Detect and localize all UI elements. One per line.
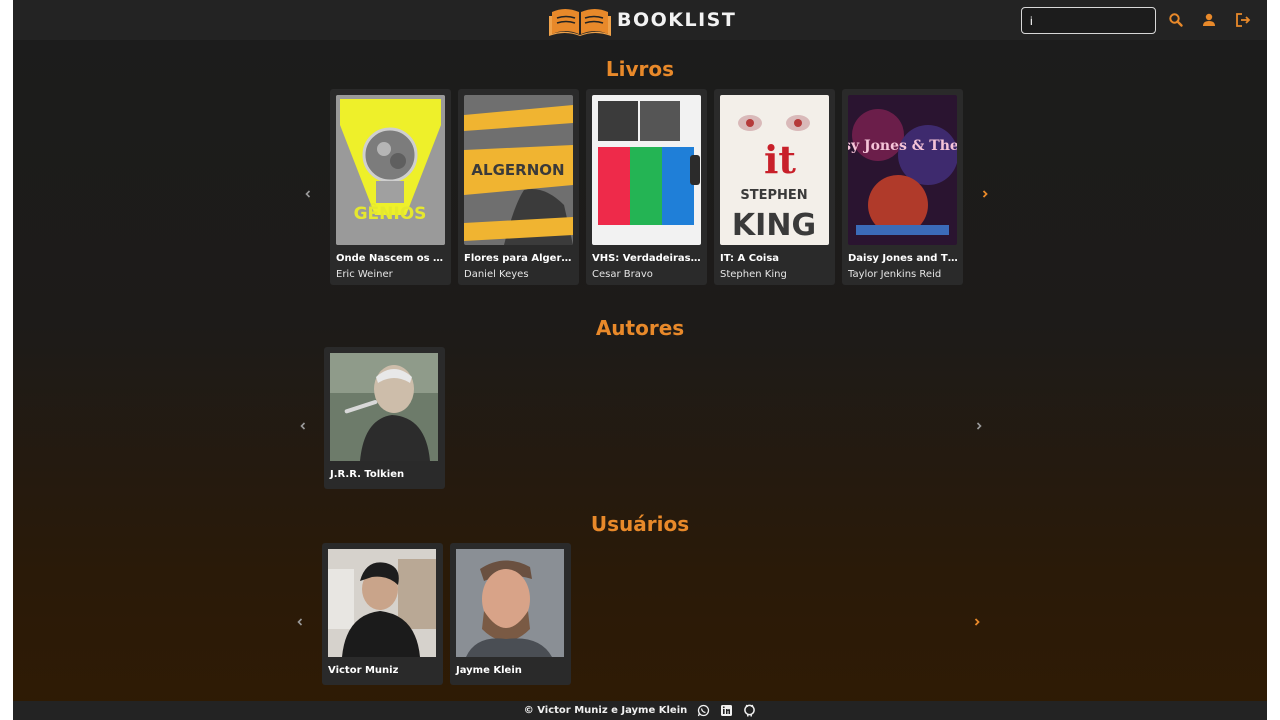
user-icon: [1203, 13, 1215, 26]
user-card[interactable]: Victor Muniz: [322, 543, 443, 685]
user-card[interactable]: Jayme Klein: [450, 543, 571, 685]
search-button[interactable]: [1167, 11, 1185, 29]
top-header: BOOKLIST: [13, 0, 1267, 40]
cover-word: STEPHEN: [740, 188, 807, 203]
brand-logo[interactable]: BOOKLIST: [549, 4, 736, 36]
book-cover: [592, 95, 701, 245]
authors-next-arrow[interactable]: [972, 419, 986, 433]
users-next-arrow[interactable]: [970, 615, 984, 629]
logout-icon: [1236, 13, 1251, 27]
chevron-left-icon: [305, 190, 311, 198]
books-prev-arrow[interactable]: [301, 187, 315, 201]
whatsapp-link[interactable]: [697, 704, 710, 717]
profile-button[interactable]: [1200, 11, 1218, 29]
whatsapp-icon: [698, 704, 710, 717]
cover-word: Daisy Jones & The Six: [848, 138, 957, 154]
chevron-right-icon: [974, 618, 980, 626]
book-title: IT: A Coisa: [720, 253, 780, 264]
cover-word: KING: [732, 208, 816, 243]
book-card[interactable]: ALGERNON Flores para Algernon Daniel Key…: [458, 89, 579, 285]
book-cover: ALGERNON: [464, 95, 573, 245]
brand-name: BOOKLIST: [617, 9, 737, 31]
book-card[interactable]: VHS: Verdadeiras H... Cesar Bravo: [586, 89, 707, 285]
book-card[interactable]: Daisy Jones & The Six Daisy Jones and Th…: [842, 89, 963, 285]
authors-section-title: Autores: [595, 316, 685, 340]
book-cover: it STEPHEN KING: [720, 95, 829, 245]
chevron-right-icon: [976, 422, 982, 430]
book-author: Cesar Bravo: [592, 269, 653, 280]
booklist-app: BOOKLIST Livros: [13, 0, 1267, 720]
books-section-title: Livros: [605, 57, 675, 81]
book-title: Onde Nascem os G...: [336, 253, 446, 264]
user-photo: [328, 549, 436, 657]
book-cover: GÊNIOS: [336, 95, 445, 245]
users-section-title: Usuários: [590, 512, 690, 536]
authors-prev-arrow[interactable]: [296, 419, 310, 433]
github-icon: [744, 704, 756, 717]
book-title: Daisy Jones and Th...: [848, 253, 958, 264]
book-author: Eric Weiner: [336, 269, 393, 280]
linkedin-icon: [721, 705, 733, 716]
book-author: Taylor Jenkins Reid: [848, 269, 942, 280]
search-input[interactable]: [1021, 7, 1156, 34]
logout-button[interactable]: [1234, 11, 1252, 29]
user-name: Victor Muniz: [328, 665, 399, 676]
author-photo: [330, 353, 438, 461]
book-title: VHS: Verdadeiras H...: [592, 253, 702, 264]
book-title: Flores para Algernon: [464, 253, 574, 264]
book-card[interactable]: it STEPHEN KING IT: A Coisa Stephen King: [714, 89, 835, 285]
author-card[interactable]: J.R.R. Tolkien: [324, 347, 445, 489]
book-card[interactable]: GÊNIOS Onde Nascem os G... Eric Weiner: [330, 89, 451, 285]
search-icon: [1169, 13, 1183, 27]
users-prev-arrow[interactable]: [293, 615, 307, 629]
github-link[interactable]: [743, 704, 756, 717]
footer-credits: © Victor Muniz e Jayme Klein: [523, 705, 688, 716]
chevron-right-icon: [982, 190, 988, 198]
cover-word: it: [764, 137, 796, 182]
book-author: Stephen King: [720, 269, 787, 280]
books-next-arrow[interactable]: [978, 187, 992, 201]
user-name: Jayme Klein: [456, 665, 522, 676]
book-author: Daniel Keyes: [464, 269, 529, 280]
book-cover: Daisy Jones & The Six: [848, 95, 957, 245]
open-book-icon: [549, 9, 611, 36]
cover-word: ALGERNON: [471, 161, 564, 179]
chevron-left-icon: [297, 618, 303, 626]
user-photo: [456, 549, 564, 657]
chevron-left-icon: [300, 422, 306, 430]
linkedin-link[interactable]: [720, 704, 733, 717]
cover-word: GÊNIOS: [354, 202, 427, 224]
page-footer: © Victor Muniz e Jayme Klein: [13, 701, 1267, 720]
author-name: J.R.R. Tolkien: [330, 469, 405, 480]
